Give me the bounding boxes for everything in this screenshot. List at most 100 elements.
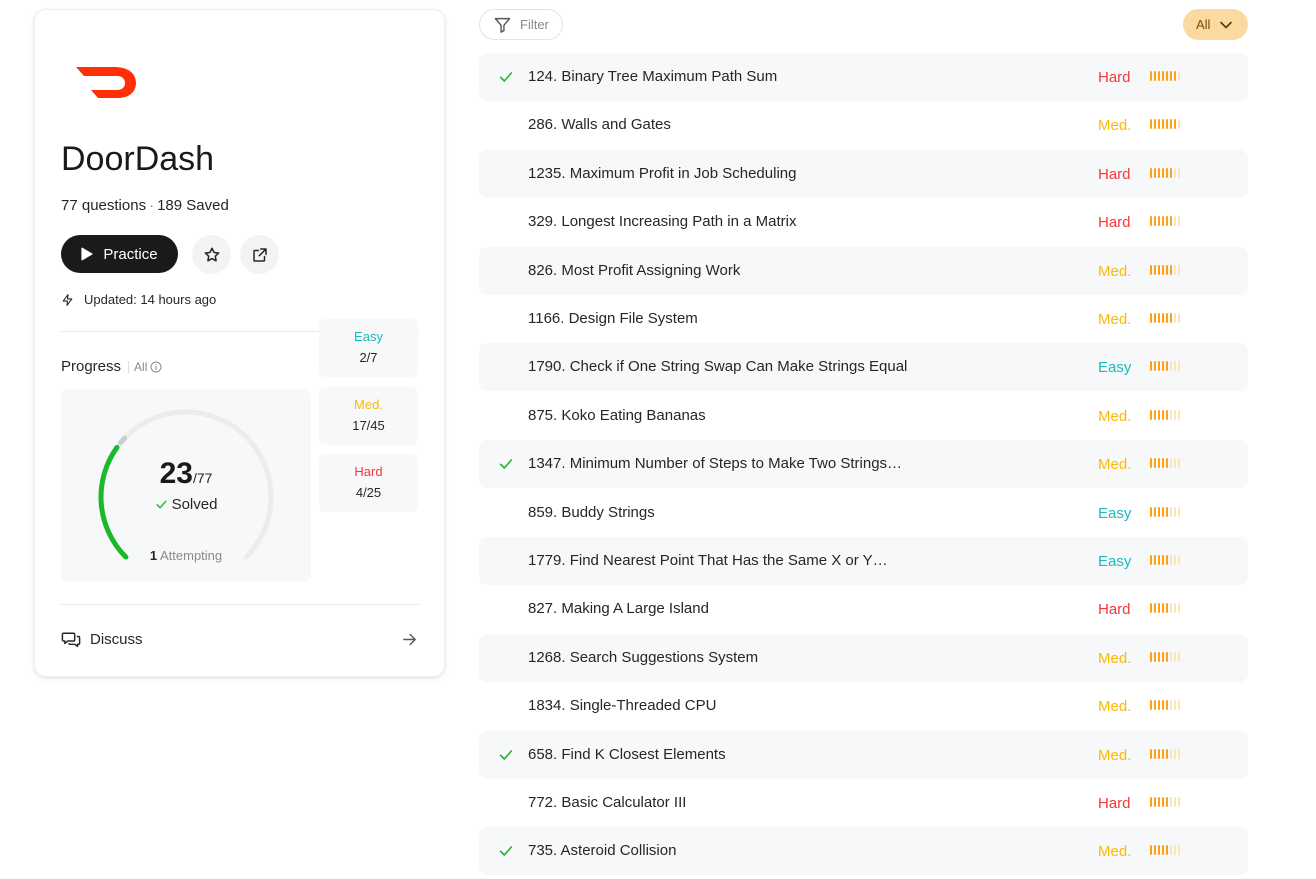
problem-row[interactable]: 1834. Single-Threaded CPU Med. (479, 682, 1248, 730)
frequency-tick (1154, 313, 1156, 323)
frequency-tick (1150, 361, 1152, 372)
problem-title[interactable]: 826. Most Profit Assigning Work (528, 262, 740, 279)
frequency-tick (1174, 264, 1176, 275)
problem-title[interactable]: 1235. Maximum Profit in Job Scheduling (528, 165, 796, 182)
frequency-tick (1162, 845, 1164, 856)
timeframe-dropdown[interactable]: All (1183, 9, 1248, 40)
frequency-tick (1170, 71, 1172, 81)
chat-icon (61, 632, 81, 648)
difficulty-stat-label: Hard (354, 464, 383, 479)
problem-title[interactable]: 1347. Minimum Number of Steps to Make Tw… (528, 455, 902, 472)
frequency-tick (1166, 603, 1168, 614)
problem-row[interactable]: 124. Binary Tree Maximum Path Sum Hard (479, 53, 1248, 101)
frequency-tick (1154, 167, 1156, 178)
problem-title[interactable]: 875. Koko Eating Bananas (528, 407, 706, 424)
frequency-bar (1150, 458, 1180, 469)
frequency-tick (1154, 458, 1156, 469)
filter-icon (494, 17, 511, 33)
problem-title[interactable]: 1834. Single-Threaded CPU (528, 697, 716, 714)
frequency-tick (1174, 748, 1176, 759)
frequency-tick (1158, 797, 1160, 807)
favorite-button[interactable] (192, 235, 231, 274)
problem-row[interactable]: 658. Find K Closest Elements Med. (479, 730, 1248, 779)
difficulty-stat-hard: Hard 4/25 (319, 454, 418, 512)
frequency-bar (1150, 845, 1180, 856)
problem-row[interactable]: 735. Asteroid Collision Med. (479, 827, 1248, 876)
problem-row[interactable]: 859. Buddy Strings Easy (479, 489, 1248, 537)
problem-row[interactable]: 827. Making A Large Island Hard (479, 585, 1248, 633)
frequency-tick (1158, 409, 1160, 420)
practice-label: Practice (103, 245, 158, 263)
problem-title[interactable]: 1166. Design File System (528, 310, 698, 327)
frequency-bar (1150, 119, 1180, 130)
frequency-tick (1162, 651, 1164, 662)
problem-row[interactable]: 286. Walls and Gates Med. (479, 101, 1248, 149)
frequency-tick (1178, 409, 1180, 420)
frequency-tick (1150, 313, 1152, 323)
saved-count: 189 Saved (157, 197, 229, 214)
frequency-tick (1154, 216, 1156, 227)
external-link-icon (252, 247, 267, 262)
frequency-tick (1154, 264, 1156, 275)
frequency-tick (1174, 700, 1176, 711)
frequency-bar (1150, 313, 1180, 323)
difficulty-label: Hard (1098, 601, 1131, 619)
questions-count: 77 questions (61, 197, 147, 214)
frequency-tick (1162, 119, 1164, 130)
progress-filter[interactable]: All (134, 360, 162, 374)
problem-row[interactable]: 1790. Check if One String Swap Can Make … (479, 343, 1248, 392)
problem-row[interactable]: 1779. Find Nearest Point That Has the Sa… (479, 537, 1248, 585)
problem-title[interactable]: 286. Walls and Gates (528, 116, 671, 133)
frequency-tick (1166, 313, 1168, 323)
frequency-tick (1162, 748, 1164, 759)
filter-button[interactable]: Filter (479, 9, 563, 40)
problem-row[interactable]: 1347. Minimum Number of Steps to Make Tw… (479, 440, 1248, 489)
frequency-tick (1158, 361, 1160, 372)
difficulty-label: Med. (1098, 649, 1132, 667)
frequency-tick (1170, 167, 1172, 178)
problem-title[interactable]: 1779. Find Nearest Point That Has the Sa… (528, 552, 888, 569)
problem-title[interactable]: 735. Asteroid Collision (528, 842, 676, 859)
problem-title[interactable]: 772. Basic Calculator III (528, 794, 686, 811)
problem-row[interactable]: 329. Longest Increasing Path in a Matrix… (479, 198, 1248, 246)
difficulty-stat-label: Med. (354, 397, 383, 412)
solved-label: Solved (61, 496, 311, 513)
practice-button[interactable]: Practice (61, 235, 178, 273)
frequency-tick (1154, 506, 1156, 517)
problem-row[interactable]: 1235. Maximum Profit in Job Scheduling Ha… (479, 149, 1248, 198)
frequency-tick (1166, 167, 1168, 178)
company-meta: 77 questions · 189 Saved (61, 197, 229, 214)
frequency-tick (1170, 313, 1172, 323)
frequency-tick (1174, 216, 1176, 227)
problem-row[interactable]: 772. Basic Calculator III Hard (479, 779, 1248, 827)
problem-title[interactable]: 1268. Search Suggestions System (528, 649, 758, 666)
solved-count: 23/77 (61, 457, 311, 491)
difficulty-label: Hard (1098, 795, 1131, 812)
solved-check-icon (499, 72, 513, 82)
frequency-tick (1162, 313, 1164, 323)
discuss-link[interactable]: Discuss (61, 630, 143, 648)
problem-title[interactable]: 329. Longest Increasing Path in a Matrix (528, 213, 797, 230)
problem-title[interactable]: 1790. Check if One String Swap Can Make … (528, 358, 907, 375)
frequency-tick (1162, 700, 1164, 711)
frequency-tick (1178, 506, 1180, 517)
timeframe-label: All (1196, 17, 1211, 32)
difficulty-label: Hard (1098, 69, 1131, 86)
frequency-tick (1158, 264, 1160, 275)
arrow-right-icon[interactable] (401, 631, 418, 648)
problem-title[interactable]: 124. Binary Tree Maximum Path Sum (528, 68, 777, 85)
frequency-tick (1166, 797, 1168, 807)
problem-title[interactable]: 859. Buddy Strings (528, 504, 655, 521)
problem-title[interactable]: 658. Find K Closest Elements (528, 746, 726, 763)
attempting-label: Attempting (159, 548, 223, 563)
problem-row[interactable]: 1166. Design File System Med. (479, 295, 1248, 343)
problem-row[interactable]: 1268. Search Suggestions System Med. (479, 633, 1248, 682)
problem-title[interactable]: 827. Making A Large Island (528, 600, 709, 617)
problem-row[interactable]: 826. Most Profit Assigning Work Med. (479, 246, 1248, 295)
frequency-tick (1174, 71, 1176, 81)
problem-row[interactable]: 875. Koko Eating Bananas Med. (479, 392, 1248, 440)
frequency-tick (1178, 700, 1180, 711)
updated-info: Updated: 14 hours ago (61, 292, 216, 307)
frequency-tick (1170, 845, 1172, 856)
share-button[interactable] (240, 235, 279, 274)
